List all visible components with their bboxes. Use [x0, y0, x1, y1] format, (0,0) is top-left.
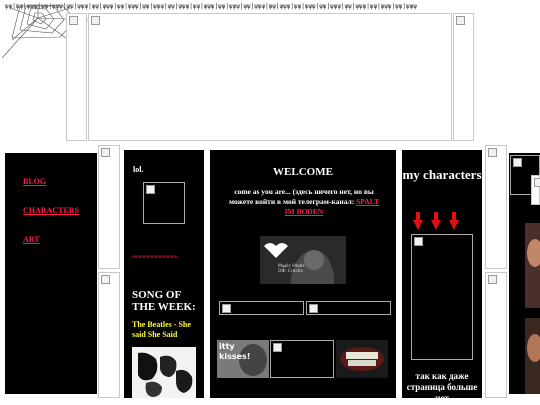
header-left-image — [66, 13, 87, 141]
song-title: The Beatles - She said She Said — [132, 320, 191, 339]
center-bar-image-1 — [219, 301, 304, 315]
left-panel-image — [143, 182, 185, 224]
arrows-decoration — [413, 212, 473, 232]
characters-image — [411, 234, 473, 360]
header-right-image — [453, 13, 474, 141]
characters-title: my characters — [402, 167, 482, 182]
header-banner-image — [88, 13, 452, 141]
left-panel: lol. ннннннннннннннннн SONG OF THE WEEK:… — [124, 150, 204, 398]
teeth-image — [336, 340, 388, 378]
arrow-down-icon — [416, 212, 420, 220]
far-right-image-2 — [531, 175, 540, 205]
right-divider-image-1 — [485, 145, 507, 269]
kisses-text: itty kisses! — [219, 342, 251, 361]
pink-divider: ннннннннннннннннн — [132, 255, 178, 260]
nav-link-characters[interactable]: CHARACTERS — [23, 206, 79, 215]
album-cover-image — [132, 347, 196, 398]
characters-panel: my characters так как даже страница боль… — [402, 150, 482, 403]
arrow-down-icon — [413, 220, 423, 230]
characters-bottom-text: так как даже страница больше нет — [406, 371, 478, 403]
center-bar-image-2 — [306, 301, 391, 315]
divider-image-2 — [98, 272, 120, 398]
divider-image-1 — [98, 145, 120, 269]
far-right-photo-1 — [525, 223, 540, 308]
lol-text: lol. — [133, 165, 144, 174]
song-heading: SONG OF THE WEEK: — [132, 289, 196, 313]
center-panel: WELCOME come as you are... (здесь ничего… — [210, 150, 396, 398]
arrow-down-icon — [434, 212, 438, 220]
nav-link-blog[interactable]: BLOG — [23, 177, 79, 186]
music-gif: ♪ Music Heals Our Cracks — [260, 236, 346, 284]
right-divider-image-2 — [485, 272, 507, 398]
far-right-photo-2 — [525, 318, 540, 394]
center-image-middle — [270, 340, 334, 378]
nav-link-art[interactable]: ART — [23, 235, 79, 244]
far-right-panel — [509, 153, 540, 394]
kisses-image: itty kisses! — [217, 340, 269, 378]
welcome-text: come as you are... (здесь ничего нет, но… — [228, 187, 380, 216]
arrow-down-icon — [449, 220, 459, 230]
music-gif-caption: Music Heals Our Cracks — [278, 264, 305, 274]
welcome-title: WELCOME — [273, 166, 333, 178]
nav-panel: BLOG CHARACTERS ART — [5, 153, 97, 394]
arrow-down-icon — [431, 220, 441, 230]
arrow-down-icon — [452, 212, 456, 220]
